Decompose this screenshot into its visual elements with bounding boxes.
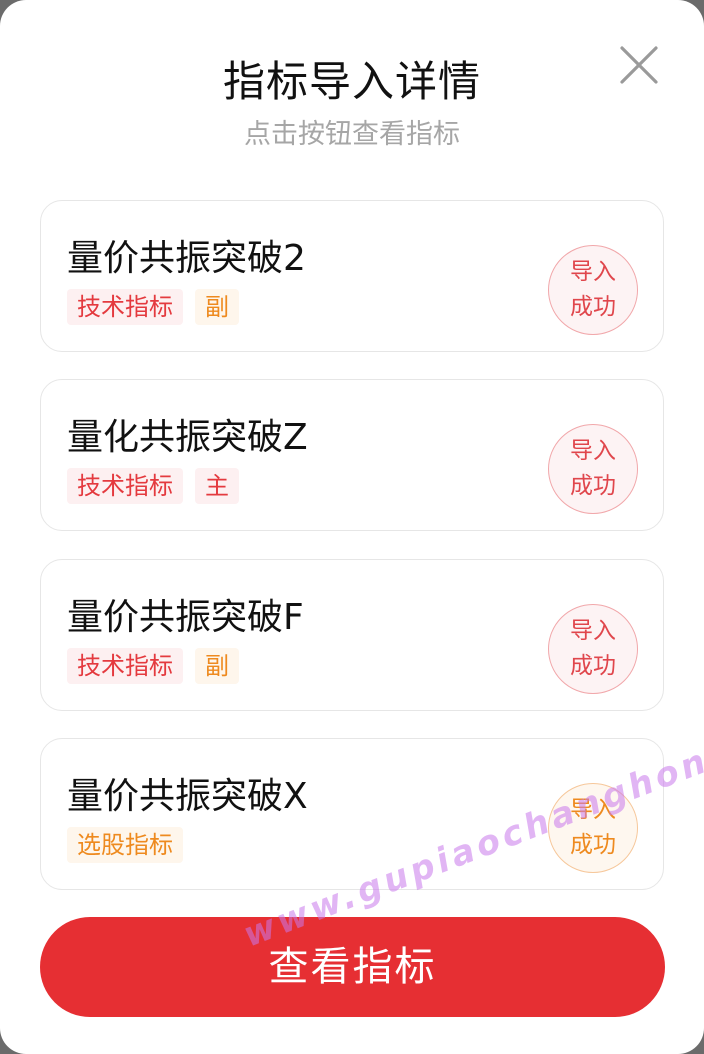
indicator-card[interactable]: 量价共振突破2 技术指标 副 导入 成功 xyxy=(40,200,664,352)
view-indicators-button[interactable]: 查看指标 xyxy=(40,917,665,1017)
stamp-line-2: 成功 xyxy=(570,832,616,858)
stamp-line-1: 导入 xyxy=(570,797,616,823)
tag-position: 副 xyxy=(195,648,239,684)
import-success-stamp: 导入 成功 xyxy=(548,245,638,335)
indicator-tags: 选股指标 xyxy=(67,827,183,863)
stamp-line-2: 成功 xyxy=(570,653,616,679)
stamp-line-1: 导入 xyxy=(570,618,616,644)
import-success-stamp: 导入 成功 xyxy=(548,604,638,694)
indicator-name: 量化共振突破Z xyxy=(67,417,308,458)
stamp-line-1: 导入 xyxy=(570,259,616,285)
indicator-name: 量价共振突破X xyxy=(67,776,308,817)
tag-position: 主 xyxy=(195,468,239,504)
import-success-stamp: 导入 成功 xyxy=(548,424,638,514)
import-detail-dialog: 指标导入详情 点击按钮查看指标 量价共振突破2 技术指标 副 导入 成功 量化共… xyxy=(0,0,704,1054)
tag-category: 选股指标 xyxy=(67,827,183,863)
stamp-line-1: 导入 xyxy=(570,438,616,464)
indicator-card[interactable]: 量价共振突破F 技术指标 副 导入 成功 xyxy=(40,559,664,711)
indicator-card[interactable]: 量价共振突破X 选股指标 导入 成功 xyxy=(40,738,664,890)
indicator-tags: 技术指标 副 xyxy=(67,289,239,325)
stamp-line-2: 成功 xyxy=(570,473,616,499)
indicator-card[interactable]: 量化共振突破Z 技术指标 主 导入 成功 xyxy=(40,379,664,531)
indicator-tags: 技术指标 副 xyxy=(67,648,239,684)
dialog-title: 指标导入详情 xyxy=(222,57,481,106)
dialog-subtitle: 点击按钮查看指标 xyxy=(244,119,460,150)
indicator-tags: 技术指标 主 xyxy=(67,468,239,504)
import-success-stamp: 导入 成功 xyxy=(548,783,638,873)
stamp-line-2: 成功 xyxy=(570,294,616,320)
tag-category: 技术指标 xyxy=(67,289,183,325)
close-icon[interactable] xyxy=(616,42,662,88)
tag-category: 技术指标 xyxy=(67,468,183,504)
tag-category: 技术指标 xyxy=(67,648,183,684)
tag-position: 副 xyxy=(195,289,239,325)
indicator-name: 量价共振突破F xyxy=(67,597,304,638)
indicator-name: 量价共振突破2 xyxy=(67,238,306,279)
